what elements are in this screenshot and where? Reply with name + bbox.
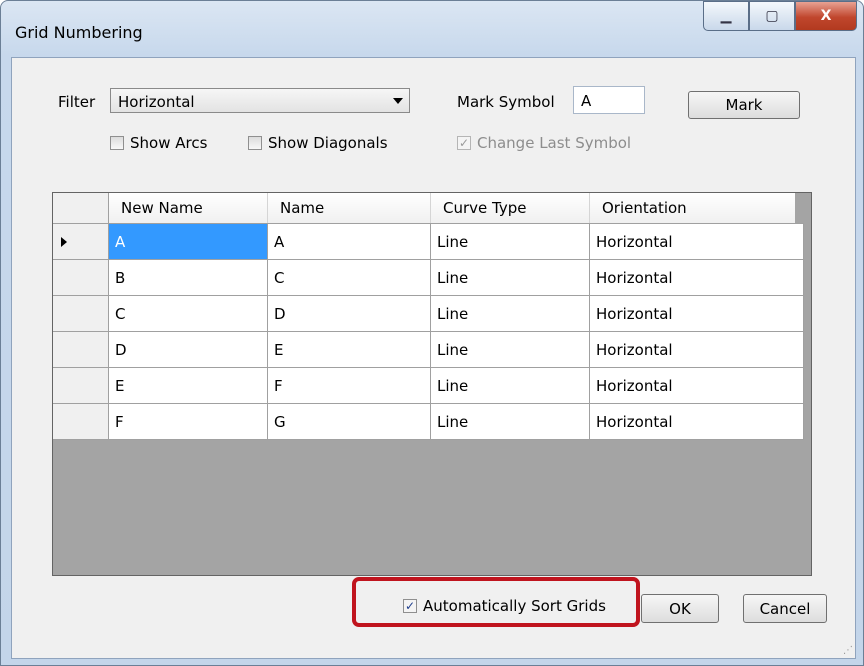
mark-symbol-value: A bbox=[581, 92, 592, 110]
column-header-name[interactable]: Name bbox=[267, 193, 431, 224]
table-cell[interactable]: A bbox=[108, 223, 268, 260]
chevron-down-icon bbox=[393, 98, 403, 104]
column-header-new-name[interactable]: New Name bbox=[108, 193, 268, 224]
table-cell[interactable]: A bbox=[267, 223, 431, 260]
current-row-arrow-icon bbox=[61, 236, 67, 247]
window-controls: ▁ ▢ X bbox=[703, 1, 857, 31]
table-row[interactable]: C D Line Horizontal bbox=[53, 295, 804, 332]
show-arcs-checkbox[interactable] bbox=[110, 136, 124, 150]
row-header[interactable] bbox=[53, 331, 109, 368]
table-cell[interactable]: E bbox=[267, 331, 431, 368]
table-cell[interactable]: E bbox=[108, 367, 268, 404]
table-cell[interactable]: F bbox=[267, 367, 431, 404]
filter-selected-value: Horizontal bbox=[118, 93, 195, 111]
close-icon: X bbox=[820, 8, 832, 24]
table-row[interactable]: A A Line Horizontal bbox=[53, 223, 804, 260]
table-cell[interactable]: D bbox=[108, 331, 268, 368]
mark-button[interactable]: Mark bbox=[688, 91, 800, 119]
row-header[interactable] bbox=[53, 295, 109, 332]
filter-dropdown[interactable]: Horizontal bbox=[110, 88, 410, 113]
table-cell[interactable]: G bbox=[267, 403, 431, 440]
table-row[interactable]: F G Line Horizontal bbox=[53, 403, 804, 440]
ok-button-label: OK bbox=[669, 599, 691, 618]
minimize-button[interactable]: ▁ bbox=[703, 1, 749, 31]
table-cell[interactable]: Horizontal bbox=[589, 259, 804, 296]
grid-table[interactable]: New Name Name Curve Type Orientation A A… bbox=[52, 192, 812, 576]
table-cell[interactable]: C bbox=[108, 295, 268, 332]
annotation-highlight-box bbox=[352, 577, 640, 627]
column-header-curve-type[interactable]: Curve Type bbox=[430, 193, 590, 224]
cancel-button-label: Cancel bbox=[759, 599, 811, 618]
table-cell[interactable]: Horizontal bbox=[589, 331, 804, 368]
ok-button[interactable]: OK bbox=[641, 594, 719, 623]
maximize-button[interactable]: ▢ bbox=[749, 1, 795, 31]
show-arcs-option[interactable]: Show Arcs bbox=[110, 134, 207, 152]
mark-button-label: Mark bbox=[725, 96, 763, 114]
change-last-symbol-checkbox: ✓ bbox=[457, 136, 471, 150]
table-cell[interactable]: C bbox=[267, 259, 431, 296]
grid-scroll-corner bbox=[795, 193, 811, 223]
show-arcs-label: Show Arcs bbox=[130, 134, 208, 152]
filter-label: Filter bbox=[58, 93, 96, 111]
show-diagonals-option[interactable]: Show Diagonals bbox=[248, 134, 388, 152]
maximize-icon: ▢ bbox=[765, 8, 779, 24]
column-header-orientation[interactable]: Orientation bbox=[589, 193, 804, 224]
close-button[interactable]: X bbox=[795, 1, 857, 31]
table-cell[interactable]: D bbox=[267, 295, 431, 332]
table-cell[interactable]: Line bbox=[430, 403, 590, 440]
mark-symbol-input[interactable]: A bbox=[573, 86, 645, 114]
table-cell[interactable]: Line bbox=[430, 331, 590, 368]
show-diagonals-checkbox[interactable] bbox=[248, 136, 262, 150]
table-cell[interactable]: Horizontal bbox=[589, 403, 804, 440]
dialog-window: Grid Numbering ▁ ▢ X Filter Horizontal S… bbox=[0, 0, 864, 666]
change-last-symbol-label: Change Last Symbol bbox=[477, 134, 632, 152]
table-cell[interactable]: F bbox=[108, 403, 268, 440]
row-header[interactable] bbox=[53, 403, 109, 440]
table-cell[interactable]: Line bbox=[430, 223, 590, 260]
table-cell[interactable]: B bbox=[108, 259, 268, 296]
table-cell[interactable]: Horizontal bbox=[589, 367, 804, 404]
mark-symbol-label: Mark Symbol bbox=[457, 93, 555, 111]
row-header-corner bbox=[53, 193, 109, 224]
table-row[interactable]: E F Line Horizontal bbox=[53, 367, 804, 404]
table-cell[interactable]: Line bbox=[430, 259, 590, 296]
window-title: Grid Numbering bbox=[15, 23, 143, 42]
change-last-symbol-option: ✓ Change Last Symbol bbox=[457, 134, 631, 152]
resize-grip-icon[interactable]: ⋰ bbox=[843, 645, 853, 656]
minimize-icon: ▁ bbox=[720, 8, 732, 24]
table-row[interactable]: D E Line Horizontal bbox=[53, 331, 804, 368]
table-row[interactable]: B C Line Horizontal bbox=[53, 259, 804, 296]
table-cell[interactable]: Line bbox=[430, 367, 590, 404]
show-diagonals-label: Show Diagonals bbox=[268, 134, 388, 152]
table-cell[interactable]: Horizontal bbox=[589, 223, 804, 260]
table-cell[interactable]: Line bbox=[430, 295, 590, 332]
dialog-client-area: Filter Horizontal Show Arcs Show Diagona… bbox=[11, 57, 856, 659]
cancel-button[interactable]: Cancel bbox=[743, 594, 827, 623]
table-cell[interactable]: Horizontal bbox=[589, 295, 804, 332]
row-header[interactable] bbox=[53, 259, 109, 296]
row-header[interactable] bbox=[53, 367, 109, 404]
row-header[interactable] bbox=[53, 223, 109, 260]
grid-header-row: New Name Name Curve Type Orientation bbox=[53, 193, 804, 224]
